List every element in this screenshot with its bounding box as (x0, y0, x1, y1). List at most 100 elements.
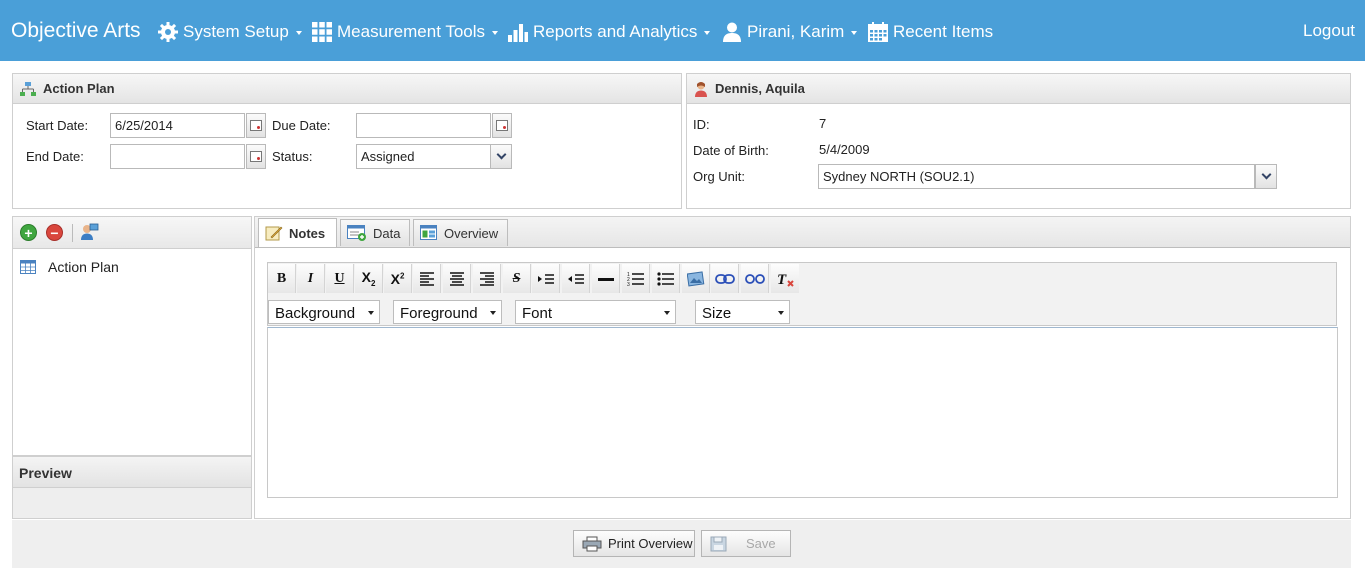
bold-icon: B (276, 270, 287, 286)
clear-formatting-button[interactable]: T (771, 264, 799, 293)
print-overview-button[interactable]: Print Overview (573, 530, 695, 557)
due-date-label: Due Date: (272, 118, 331, 133)
background-color-dropdown[interactable]: Background (268, 300, 380, 324)
tab-data-label: Data (373, 225, 401, 241)
unordered-list-icon (656, 271, 674, 286)
subscript-icon: X2 (361, 269, 376, 288)
tab-overview[interactable]: Overview (413, 219, 508, 246)
calendar-icon (250, 151, 262, 162)
nav-user-menu[interactable]: Pirani, Karim (721, 20, 858, 44)
action-plan-header: Action Plan (13, 74, 681, 104)
status-select[interactable]: Assigned (356, 144, 491, 169)
italic-icon: I (307, 270, 314, 286)
nav-reports-analytics[interactable]: Reports and Analytics (507, 20, 711, 44)
align-right-icon (479, 271, 494, 286)
size-dropdown-label: Size (702, 305, 732, 322)
font-dropdown[interactable]: Font (515, 300, 676, 324)
caret-down-icon (704, 31, 711, 35)
org-unit-select[interactable]: Sydney NORTH (SOU2.1) (818, 164, 1255, 189)
minus-icon: − (50, 224, 59, 241)
start-date-field[interactable]: 6/25/2014 (110, 113, 245, 138)
indent-icon (537, 273, 554, 284)
nav-measurement-tools-label: Measurement Tools (337, 22, 486, 41)
tab-notes-label: Notes (289, 225, 326, 241)
nav-measurement-tools[interactable]: Measurement Tools (311, 20, 499, 44)
end-date-field[interactable] (110, 144, 245, 169)
clear-format-icon: T (777, 272, 794, 288)
overview-icon (420, 225, 437, 240)
user-icon (723, 22, 741, 42)
foreground-dropdown-label: Foreground (400, 305, 478, 322)
save-label: Save (746, 536, 776, 551)
caret-down-icon (664, 311, 670, 315)
org-chart-icon (20, 81, 36, 96)
outdent-button[interactable] (562, 264, 590, 293)
client-id-value: 7 (819, 116, 827, 131)
logout-link[interactable]: Logout (1303, 21, 1355, 41)
tree-panel: + − Action Plan (12, 216, 252, 456)
bold-button[interactable]: B (268, 264, 296, 293)
nav-recent-items[interactable]: Recent Items (867, 20, 993, 44)
top-navigation-bar: Objective Arts System Setup Measurement … (0, 0, 1365, 61)
client-id-label: ID: (693, 117, 710, 132)
align-left-button[interactable] (413, 264, 441, 293)
save-button[interactable]: Save (701, 530, 791, 557)
ordered-list-button[interactable]: 123 (622, 264, 650, 293)
gear-icon (158, 22, 178, 42)
tab-notes[interactable]: Notes (258, 218, 337, 247)
person-icon (695, 81, 707, 97)
tree-item-label: Action Plan (48, 259, 119, 275)
horizontal-rule-button[interactable] (592, 264, 620, 293)
due-date-calendar-button[interactable] (492, 113, 512, 138)
remove-item-button[interactable]: − (46, 224, 63, 241)
preview-title[interactable]: Preview (13, 457, 251, 488)
notes-editor-area[interactable] (267, 327, 1338, 498)
dob-label: Date of Birth: (693, 143, 769, 158)
indent-button[interactable] (532, 264, 560, 293)
underline-button[interactable]: U (326, 264, 354, 293)
nav-recent-items-label: Recent Items (893, 22, 994, 41)
subscript-button[interactable]: X2 (355, 264, 383, 293)
table-icon (20, 260, 36, 274)
start-date-label: Start Date: (26, 118, 89, 133)
data-icon (347, 225, 366, 241)
unordered-list-button[interactable] (652, 264, 680, 293)
outdent-icon (567, 273, 584, 284)
floppy-disk-icon (710, 536, 727, 551)
background-dropdown-label: Background (275, 305, 356, 322)
bar-chart-icon (508, 24, 528, 42)
svg-text:3: 3 (627, 282, 630, 287)
foreground-color-dropdown[interactable]: Foreground (393, 300, 502, 324)
remove-link-button[interactable] (741, 264, 769, 293)
add-item-button[interactable]: + (20, 224, 37, 241)
end-date-calendar-button[interactable] (246, 144, 266, 169)
insert-image-button[interactable] (682, 264, 710, 293)
start-date-calendar-button[interactable] (246, 113, 266, 138)
size-dropdown[interactable]: Size (695, 300, 790, 324)
chevron-down-icon (496, 149, 506, 160)
align-center-button[interactable] (443, 264, 471, 293)
calendar-icon (250, 120, 262, 131)
strikethrough-button[interactable]: S (503, 264, 531, 293)
assign-user-button[interactable] (79, 222, 99, 242)
tree-item-action-plan[interactable]: Action Plan (20, 259, 119, 275)
print-overview-label: Print Overview (608, 536, 693, 551)
grid-icon (312, 22, 332, 42)
status-dropdown-button[interactable] (490, 144, 512, 169)
due-date-field[interactable] (356, 113, 491, 138)
printer-icon (582, 536, 602, 551)
align-right-button[interactable] (473, 264, 501, 293)
calendar-icon (496, 120, 508, 131)
align-center-icon (449, 271, 464, 286)
ordered-list-icon: 123 (627, 272, 644, 287)
nav-system-setup[interactable]: System Setup (157, 20, 302, 44)
org-unit-dropdown-button[interactable] (1255, 164, 1277, 189)
superscript-button[interactable]: X2 (384, 264, 412, 293)
tab-data[interactable]: Data (340, 219, 410, 246)
insert-link-button[interactable] (711, 264, 739, 293)
caret-down-icon (851, 31, 858, 35)
horizontal-rule-icon (597, 277, 614, 281)
italic-button[interactable]: I (297, 264, 325, 293)
link-icon (714, 273, 735, 284)
app-brand[interactable]: Objective Arts (11, 19, 141, 43)
